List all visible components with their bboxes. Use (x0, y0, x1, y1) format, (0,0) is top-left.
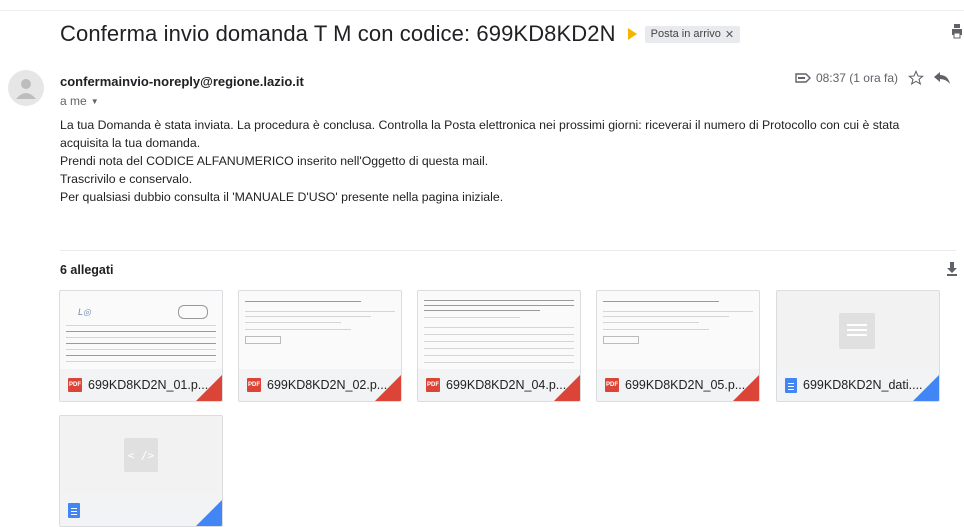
doc-icon (68, 502, 80, 518)
code-icon: < /> (124, 438, 158, 472)
attachment-preview: L◎ (60, 291, 222, 369)
attachment-preview (597, 291, 759, 369)
attachment-card[interactable]: PDF 699KD8KD2N_02.p... (238, 290, 402, 402)
sender-address[interactable]: confermainvio-noreply@regione.lazio.it (60, 74, 304, 89)
attachment-preview: < /> (60, 416, 222, 494)
chevron-down-icon[interactable]: ▼ (91, 97, 99, 106)
doc-corner-icon (913, 375, 939, 401)
attachment-card[interactable]: L◎ PDF 699KD8KD2N_01.p... (59, 290, 223, 402)
sender-avatar[interactable] (8, 70, 44, 106)
attachment-name: 699KD8KD2N_04.p... (446, 378, 567, 392)
attachment-name: 699KD8KD2N_01.p... (88, 378, 209, 392)
body-paragraph: La tua Domanda è stata inviata. La proce… (60, 118, 900, 150)
remove-label-icon[interactable]: ✕ (725, 28, 734, 41)
subject-row: Conferma invio domanda T M con codice: 6… (60, 20, 741, 48)
attachment-preview (239, 291, 401, 369)
attachments-title: 6 allegati (60, 263, 114, 277)
doc-corner-icon (196, 500, 222, 526)
message-meta: 08:37 (1 ora fa) (795, 70, 950, 86)
pdf-icon: PDF (247, 378, 261, 392)
reply-icon[interactable] (934, 71, 950, 85)
body-paragraph: Per qualsiasi dubbio consulta il 'MANUAL… (60, 190, 504, 204)
attachment-card[interactable]: PDF 699KD8KD2N_05.p... (596, 290, 760, 402)
top-divider (0, 10, 964, 11)
attachment-preview (777, 291, 939, 369)
body-paragraph: Trascrivilo e conservalo. (60, 172, 193, 186)
inbox-label-chip[interactable]: Posta in arrivo ✕ (644, 25, 741, 43)
pdf-icon: PDF (68, 378, 82, 392)
label-icon (795, 73, 811, 83)
email-subject: Conferma invio domanda T M con codice: 6… (60, 21, 616, 46)
avatar-icon (16, 79, 36, 99)
body-paragraph: Prendi nota del CODICE ALFANUMERICO inse… (60, 154, 489, 168)
logo-mark: L◎ (78, 307, 91, 317)
stamp-mark (178, 305, 208, 319)
recipient-text: a me (60, 94, 87, 108)
pdf-icon: PDF (605, 378, 619, 392)
pdf-corner-icon (733, 375, 759, 401)
timestamp: 08:37 (1 ora fa) (795, 71, 898, 85)
recipient-line[interactable]: a me ▼ (60, 94, 99, 108)
attachment-card[interactable]: < /> (59, 415, 223, 527)
timestamp-text: 08:37 (1 ora fa) (815, 71, 898, 85)
attachment-preview (418, 291, 580, 369)
doc-icon (785, 377, 797, 393)
attachment-name: 699KD8KD2N_05.p... (625, 378, 746, 392)
doc-placeholder-icon (839, 313, 875, 349)
star-icon[interactable] (908, 70, 924, 86)
attachment-name: 699KD8KD2N_02.p... (267, 378, 388, 392)
attachment-card[interactable]: 699KD8KD2N_dati.... (776, 290, 940, 402)
pdf-corner-icon (554, 375, 580, 401)
inbox-label-text: Posta in arrivo (650, 28, 721, 40)
pdf-icon: PDF (426, 378, 440, 392)
attachment-name: 699KD8KD2N_dati.... (803, 378, 923, 392)
pdf-corner-icon (196, 375, 222, 401)
important-marker-icon[interactable] (627, 28, 637, 40)
attachment-card[interactable]: PDF 699KD8KD2N_04.p... (417, 290, 581, 402)
email-body: La tua Domanda è stata inviata. La proce… (60, 116, 950, 206)
attachments-divider (60, 250, 956, 251)
download-all-icon[interactable] (946, 262, 958, 276)
pdf-corner-icon (375, 375, 401, 401)
print-icon[interactable] (952, 24, 962, 40)
